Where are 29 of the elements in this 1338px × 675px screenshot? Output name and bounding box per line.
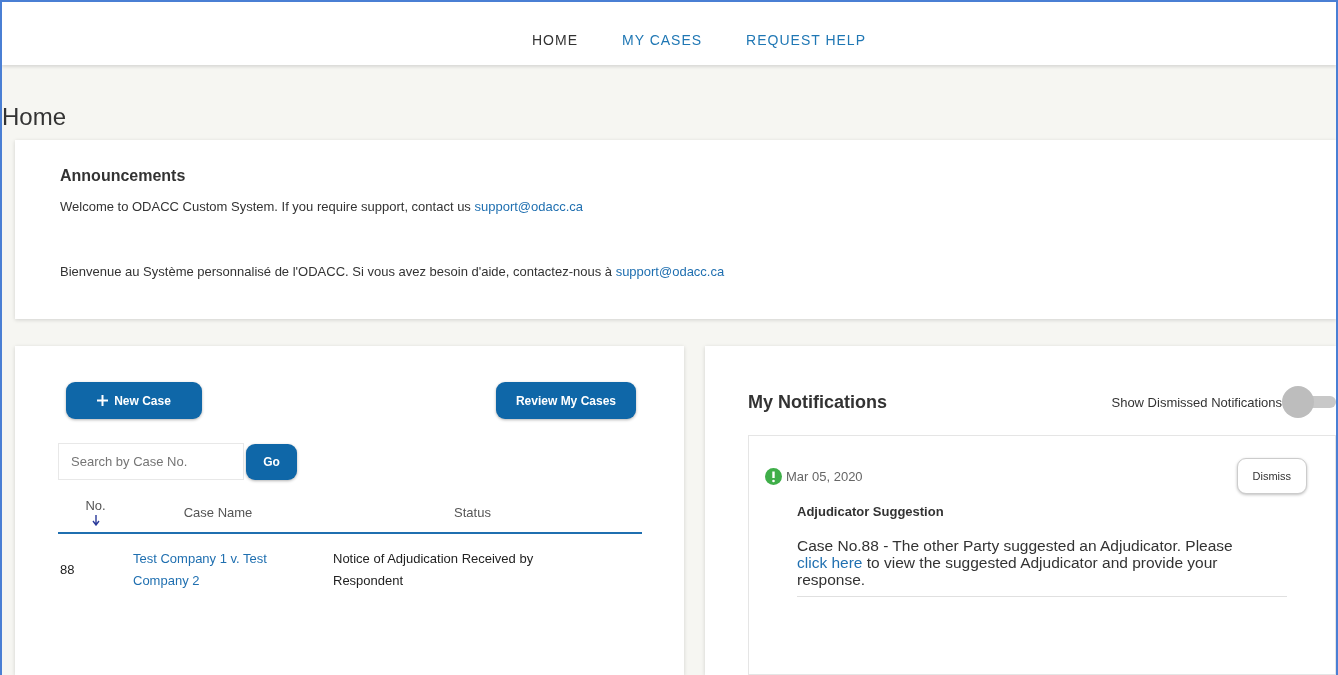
email-link[interactable]: support@odacc.ca <box>474 198 584 214</box>
search-field[interactable]: Search by Case No. <box>58 443 244 480</box>
case-name-link[interactable]: Test Company 1 v. Test Company 2 <box>133 548 303 592</box>
new-case-button[interactable]: New Case <box>66 382 202 419</box>
case-status: Notice of Adjudication Received by Respondent <box>333 550 535 590</box>
review-cases-button[interactable]: Review My Cases <box>495 382 636 419</box>
nav-tab[interactable]: REQUEST HELP <box>724 2 888 65</box>
announcement-text: Welcome to ODACC Custom System. If you require support, contact us support@odacc.ca <box>60 198 585 214</box>
notification-date: Mar 05, 2020 <box>786 468 863 484</box>
email-link[interactable]: support@odacc.ca <box>615 263 725 279</box>
page-title: Home <box>2 103 68 132</box>
column-header[interactable]: Case Name <box>183 504 253 520</box>
dismiss-button[interactable]: Dismiss <box>1236 458 1307 494</box>
notification-text: Case No.88 - The other Party suggested an Adjudicator. Please click here to view the suggested Adjudicator and provide your response. <box>797 537 1287 597</box>
column-header[interactable]: No. <box>85 498 106 513</box>
notifications-title: My Notifications <box>748 391 887 413</box>
go-button[interactable]: Go <box>246 443 297 480</box>
announcements-title: Announcements <box>60 166 187 185</box>
announcement-text: Bienvenue au Système personnalisé de l'ODACC. Si vous avez besoin d'aide, contactez-nous à support@odacc.ca <box>60 263 726 279</box>
column-header[interactable]: Status <box>454 504 491 520</box>
case-number: 88 <box>60 562 75 577</box>
toggle-label: Show Dismissed Notifications <box>1111 394 1282 410</box>
dismissed-toggle[interactable] <box>1282 386 1336 418</box>
plus-icon <box>97 395 109 406</box>
notification-title: Adjudicator Suggestion <box>797 504 945 519</box>
nav-tab[interactable]: HOME <box>510 2 600 65</box>
nav-tab[interactable]: MY CASES <box>600 2 725 65</box>
alert-icon <box>765 467 782 485</box>
click-here-link[interactable]: click here <box>797 554 863 571</box>
